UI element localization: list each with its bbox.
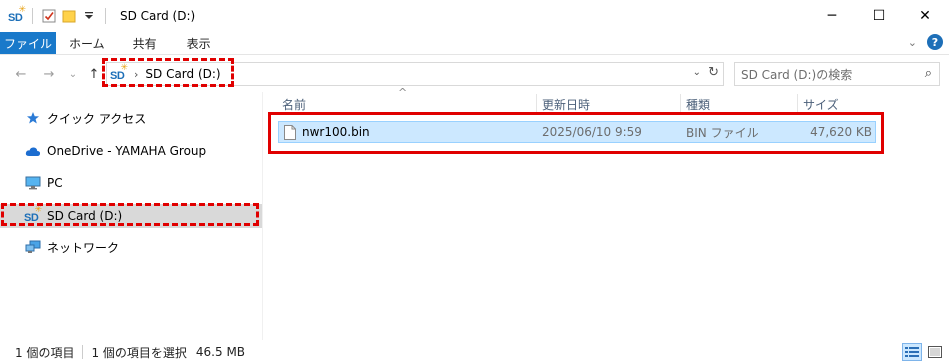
nav-item-label: PC: [47, 176, 63, 190]
tab-home[interactable]: ホーム: [56, 32, 118, 54]
back-icon[interactable]: ←: [12, 65, 30, 83]
cloud-icon: [24, 143, 42, 159]
search-placeholder: SD Card (D:)の検索: [741, 67, 853, 82]
status-selection: 1 個の項目を選択: [91, 345, 187, 360]
nav-item-pc[interactable]: PC: [0, 171, 262, 195]
sd-card-icon-spark: ✳: [18, 5, 26, 15]
window-title: SD Card (D:): [120, 9, 196, 23]
customize-qat-icon[interactable]: [79, 6, 99, 26]
close-button[interactable]: ✕: [902, 0, 948, 32]
new-folder-icon[interactable]: [59, 6, 79, 26]
help-icon[interactable]: ?: [927, 34, 943, 50]
network-icon: [24, 239, 42, 255]
status-separator: [82, 345, 84, 359]
details-view-icon[interactable]: [902, 343, 922, 361]
column-divider[interactable]: [797, 94, 798, 114]
sd-card-icon[interactable]: SD ✳: [8, 5, 26, 24]
large-icons-view-icon[interactable]: [925, 343, 945, 361]
search-input[interactable]: SD Card (D:)の検索 ⌕: [734, 62, 940, 86]
tab-view[interactable]: 表示: [172, 32, 226, 54]
address-dropdown-icon[interactable]: ⌄: [693, 67, 701, 78]
column-divider[interactable]: [536, 94, 537, 114]
nav-item-network[interactable]: ネットワーク: [0, 235, 262, 259]
column-header-size[interactable]: サイズ: [799, 94, 877, 114]
sd-card-icon: SD ✳: [110, 63, 128, 82]
ribbon-tabs: ファイル ホーム 共有 表示 ⌄ ?: [0, 32, 949, 55]
ribbon-right-controls: ⌄ ?: [908, 34, 943, 50]
expand-ribbon-icon[interactable]: ⌄: [908, 36, 917, 49]
star-icon: [24, 110, 42, 126]
status-selection-size: 46.5 MB: [195, 345, 246, 359]
minimize-button[interactable]: ─: [809, 0, 855, 32]
nav-item-label: ネットワーク: [47, 240, 120, 255]
column-header-name[interactable]: 名前: [278, 94, 536, 114]
refresh-icon[interactable]: ↻: [708, 65, 719, 80]
tab-file[interactable]: ファイル: [0, 32, 56, 54]
properties-icon[interactable]: [39, 6, 59, 26]
navigation-pane: クイック アクセス OneDrive - YAMAHA Group PC SD …: [0, 92, 262, 340]
nav-item-quick-access[interactable]: クイック アクセス: [0, 106, 262, 130]
file-modified: 2025/06/10 9:59: [542, 125, 642, 139]
maximize-button[interactable]: ☐: [856, 0, 902, 32]
sd-card-icon-spark: ✳: [120, 63, 128, 73]
breadcrumb-separator[interactable]: ›: [134, 68, 138, 81]
address-bar[interactable]: SD ✳ › SD Card (D:) ⌄ ↻: [106, 62, 724, 86]
quick-access-toolbar: SD ✳: [0, 0, 112, 32]
nav-item-label: クイック アクセス: [47, 111, 147, 126]
file-icon: [284, 122, 296, 142]
sd-card-icon-spark: ✳: [34, 205, 42, 215]
nav-item-label: SD Card (D:): [47, 209, 123, 223]
status-item-count: 1 個の項目: [15, 345, 75, 360]
status-bar: 1 個の項目 1 個の項目を選択 46.5 MB: [0, 340, 949, 364]
file-row[interactable]: nwr100.bin 2025/06/10 9:59 BIN ファイル 47,6…: [278, 121, 876, 143]
qat-separator: [32, 8, 33, 24]
file-name[interactable]: nwr100.bin: [302, 122, 370, 142]
file-size: 47,620 KB: [810, 125, 872, 139]
recent-locations-icon[interactable]: ⌄: [64, 65, 82, 83]
nav-item-onedrive[interactable]: OneDrive - YAMAHA Group: [0, 139, 262, 163]
column-divider[interactable]: [680, 94, 681, 114]
nav-item-label: OneDrive - YAMAHA Group: [47, 144, 207, 158]
qat-separator: [105, 8, 106, 24]
nav-item-sd-card[interactable]: SD ✳ SD Card (D:): [0, 204, 262, 228]
sd-card-icon-graphic: SD ✳: [24, 205, 42, 224]
file-type: BIN ファイル: [686, 125, 759, 140]
up-icon[interactable]: ↑: [85, 65, 103, 83]
forward-icon[interactable]: →: [40, 65, 58, 83]
computer-icon: [24, 175, 42, 191]
title-bar: SD ✳ SD Card (D:) ─ ☐ ✕: [0, 0, 949, 32]
search-icon[interactable]: ⌕: [925, 66, 932, 81]
column-header-type[interactable]: 種類: [682, 94, 797, 114]
sd-card-icon: SD ✳: [24, 205, 42, 224]
tab-share[interactable]: 共有: [118, 32, 172, 54]
pane-divider[interactable]: [262, 92, 263, 340]
breadcrumb-location[interactable]: SD Card (D:): [145, 67, 220, 81]
column-header-modified[interactable]: 更新日時: [538, 94, 680, 114]
